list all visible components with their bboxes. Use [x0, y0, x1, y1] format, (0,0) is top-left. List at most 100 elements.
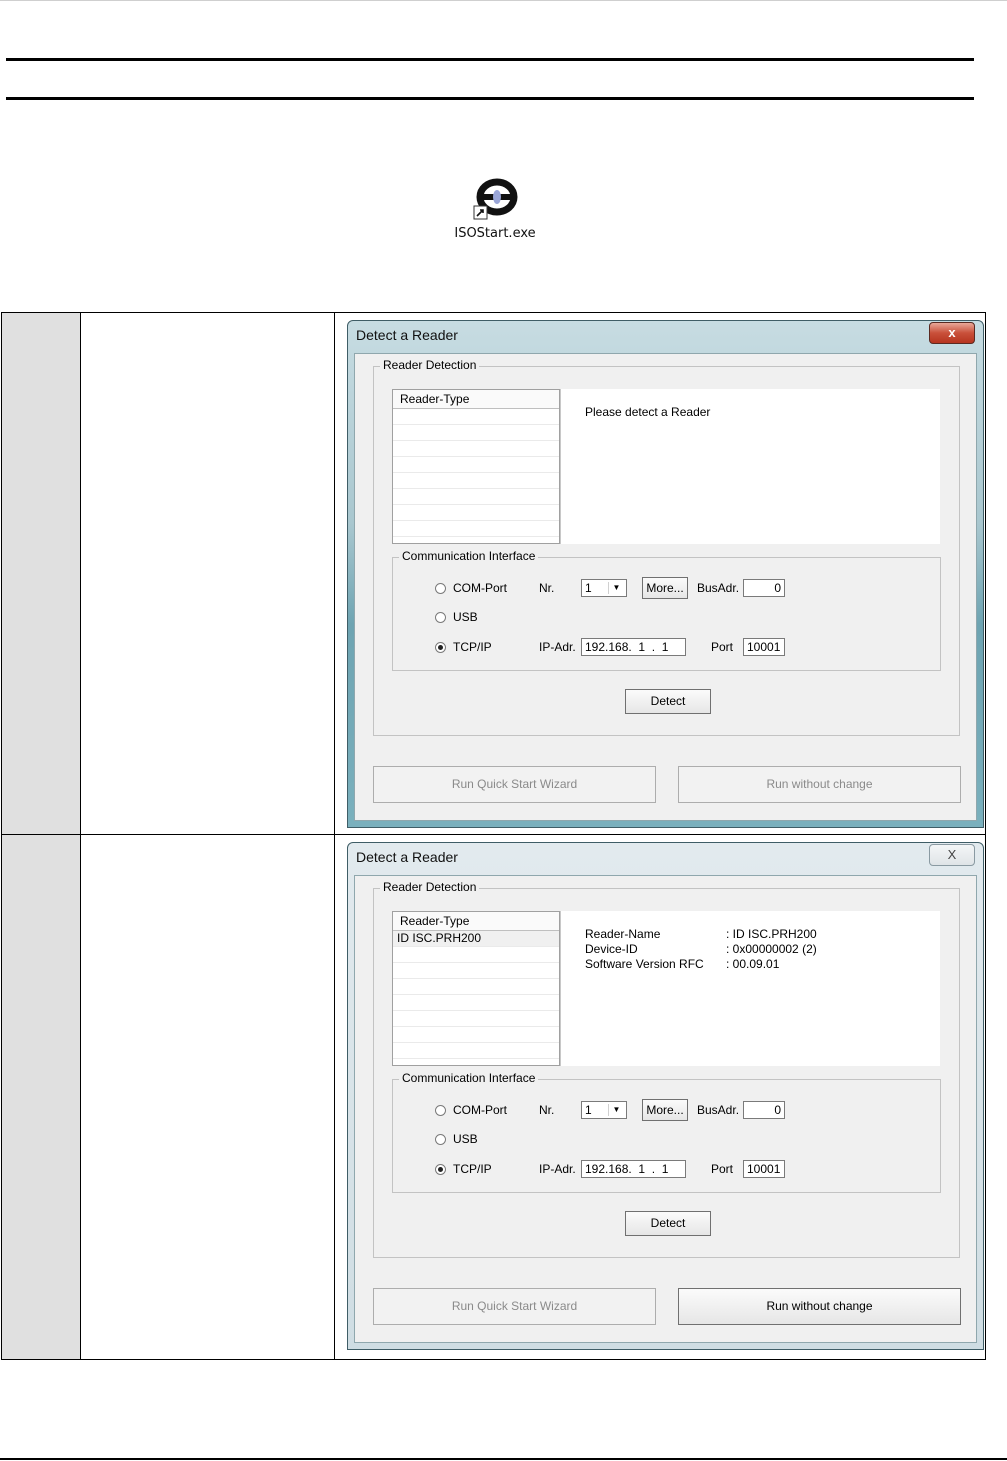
run-quick-start-wizard-button[interactable]: Run Quick Start Wizard — [373, 1288, 656, 1325]
detect-reader-dialog: Detect a Reader X Reader Detection Reade… — [347, 842, 984, 1350]
list-item — [393, 473, 559, 489]
busadr-input[interactable]: 0 — [743, 579, 785, 597]
dialog-title: Detect a Reader — [356, 849, 458, 865]
list-item — [393, 505, 559, 521]
header-rule-bottom — [6, 97, 974, 100]
list-item — [393, 521, 559, 537]
busadr-input[interactable]: 0 — [743, 1101, 785, 1119]
step-number-cell — [2, 313, 81, 834]
page-top-border — [0, 0, 1007, 1]
port-label: Port — [711, 1162, 734, 1176]
isostart-logo-icon — [473, 178, 518, 220]
communication-interface-group: Communication Interface COM-Port Nr. 1 ▼… — [392, 1071, 941, 1193]
close-button[interactable]: x — [929, 322, 975, 344]
isostart-shortcut[interactable]: ISOStart.exe — [430, 176, 560, 256]
list-item — [393, 409, 559, 425]
run-quick-start-wizard-button[interactable]: Run Quick Start Wizard — [373, 766, 656, 803]
communication-interface-group: Communication Interface COM-Port Nr. 1 ▼… — [392, 549, 941, 671]
radio-dot-icon — [435, 583, 446, 594]
list-item — [393, 425, 559, 441]
software-version-label: Software Version RFC — [585, 957, 704, 971]
radio-dot-icon — [435, 1105, 446, 1116]
detect-message: Please detect a Reader — [585, 405, 711, 419]
list-item — [393, 1011, 559, 1027]
reader-info-panel: Please detect a Reader — [560, 389, 940, 544]
list-item — [393, 995, 559, 1011]
reader-type-header[interactable]: Reader-Type — [393, 390, 559, 409]
more-button[interactable]: More... — [642, 577, 688, 599]
reader-detection-group: Reader Detection Reader-Type ID ISC.PRH2… — [373, 880, 960, 1258]
step-number-cell — [2, 835, 81, 1359]
com-port-label: COM-Port — [453, 581, 507, 595]
tcpip-label: TCP/IP — [453, 1162, 492, 1176]
step-row: Detect a Reader x Reader Detection Reade… — [1, 312, 986, 835]
chevron-down-icon[interactable]: ▼ — [608, 582, 624, 594]
radio-dot-icon — [435, 612, 446, 623]
com-port-number-select[interactable]: 1 ▼ — [581, 1101, 627, 1119]
device-id-value: : 0x00000002 (2) — [726, 942, 817, 956]
reader-type-item[interactable]: ID ISC.PRH200 — [393, 931, 559, 947]
list-item — [393, 1027, 559, 1043]
list-item — [393, 947, 559, 963]
run-without-change-button[interactable]: Run without change — [678, 1288, 961, 1325]
isostart-label: ISOStart.exe — [454, 226, 536, 241]
dialog-client-area: Reader Detection Reader-Type Please dete… — [354, 353, 977, 821]
communication-interface-label: Communication Interface — [399, 1071, 539, 1085]
reader-info-panel: Reader-Name : ID ISC.PRH200 Device-ID : … — [560, 911, 940, 1066]
list-item — [393, 489, 559, 505]
detect-reader-dialog: Detect a Reader x Reader Detection Reade… — [347, 320, 984, 828]
port-input[interactable]: 10001 — [743, 1160, 785, 1178]
list-item — [393, 979, 559, 995]
step-row: Detect a Reader X Reader Detection Reade… — [1, 834, 986, 1360]
detect-button[interactable]: Detect — [625, 689, 711, 714]
reader-detection-group: Reader Detection Reader-Type Please dete… — [373, 358, 960, 736]
com-port-number-value: 1 — [585, 1103, 592, 1117]
software-version-value: : 00.09.01 — [726, 957, 780, 971]
communication-interface-label: Communication Interface — [399, 549, 539, 563]
list-item — [393, 963, 559, 979]
reader-type-list[interactable]: Reader-Type — [392, 389, 560, 544]
reader-detection-label: Reader Detection — [380, 358, 480, 372]
com-port-number-select[interactable]: 1 ▼ — [581, 579, 627, 597]
ip-address-label: IP-Adr. — [539, 1162, 576, 1176]
detect-button[interactable]: Detect — [625, 1211, 711, 1236]
footer-rule — [0, 1458, 1007, 1460]
nr-label: Nr. — [539, 1103, 555, 1117]
reader-name-value: : ID ISC.PRH200 — [726, 927, 817, 941]
tcpip-label: TCP/IP — [453, 640, 492, 654]
usb-label: USB — [453, 1132, 478, 1146]
more-button[interactable]: More... — [642, 1099, 688, 1121]
ip-address-input[interactable]: 192.168. 1 . 1 — [581, 638, 686, 656]
dialog-client-area: Reader Detection Reader-Type ID ISC.PRH2… — [354, 875, 977, 1343]
radio-selected-icon — [435, 1164, 446, 1175]
list-item — [393, 1043, 559, 1059]
com-port-label: COM-Port — [453, 1103, 507, 1117]
busadr-label: BusAdr. — [697, 1103, 740, 1117]
radio-selected-icon — [435, 642, 446, 653]
step-screenshot-cell: Detect a Reader x Reader Detection Reade… — [335, 313, 985, 834]
close-button[interactable]: X — [929, 844, 975, 866]
radio-dot-icon — [435, 1134, 446, 1145]
com-port-number-value: 1 — [585, 581, 592, 595]
usb-label: USB — [453, 610, 478, 624]
chevron-down-icon[interactable]: ▼ — [608, 1104, 624, 1116]
step-screenshot-cell: Detect a Reader X Reader Detection Reade… — [335, 835, 985, 1359]
step-description-cell — [81, 835, 335, 1359]
reader-detection-label: Reader Detection — [380, 880, 480, 894]
nr-label: Nr. — [539, 581, 555, 595]
reader-name-label: Reader-Name — [585, 927, 661, 941]
step-description-cell — [81, 313, 335, 834]
ip-address-label: IP-Adr. — [539, 640, 576, 654]
list-item — [393, 457, 559, 473]
reader-type-list[interactable]: Reader-Type ID ISC.PRH200 — [392, 911, 560, 1066]
dialog-title: Detect a Reader — [356, 327, 458, 343]
reader-type-header[interactable]: Reader-Type — [393, 912, 559, 931]
header-rule-top — [6, 58, 974, 61]
port-input[interactable]: 10001 — [743, 638, 785, 656]
ip-address-input[interactable]: 192.168. 1 . 1 — [581, 1160, 686, 1178]
device-id-label: Device-ID — [585, 942, 638, 956]
list-item — [393, 441, 559, 457]
busadr-label: BusAdr. — [697, 581, 740, 595]
port-label: Port — [711, 640, 734, 654]
run-without-change-button[interactable]: Run without change — [678, 766, 961, 803]
